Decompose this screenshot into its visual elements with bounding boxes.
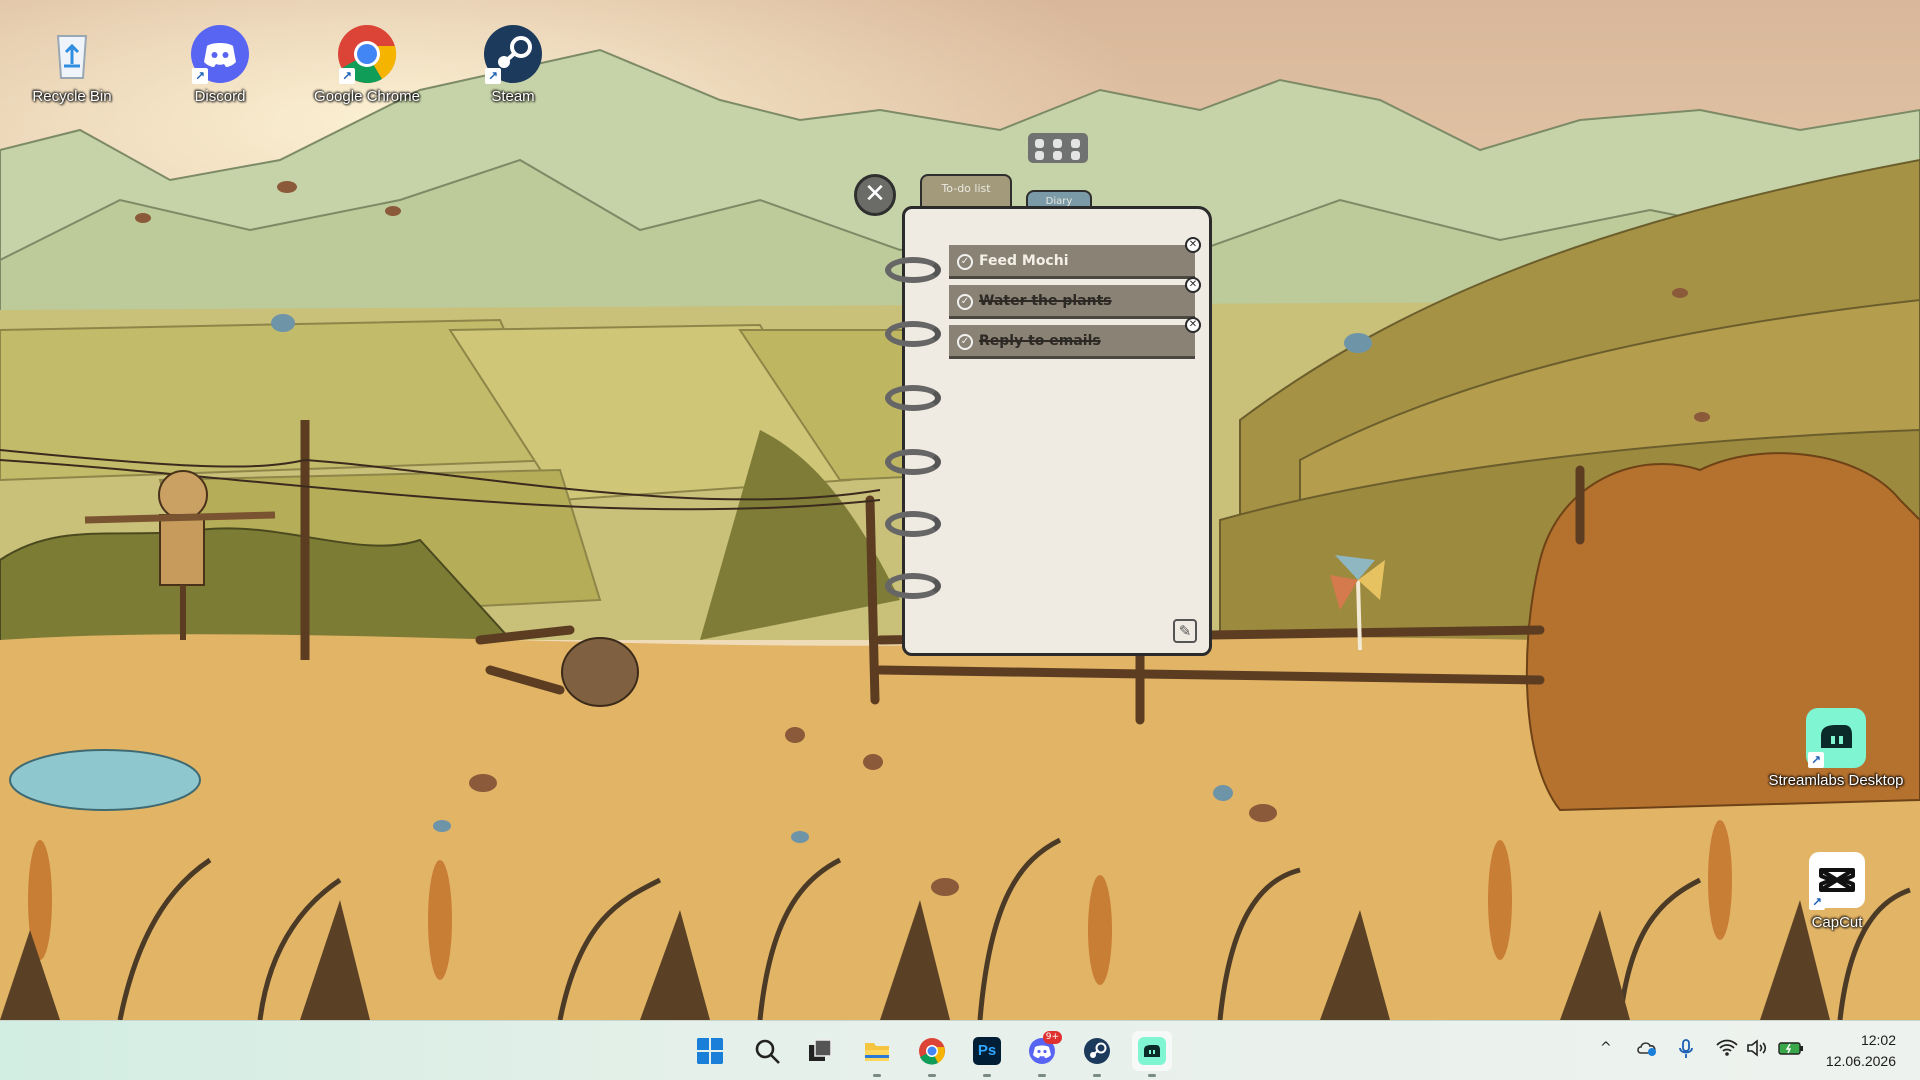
desktop-icon-label: CapCut <box>1811 914 1863 931</box>
running-indicator <box>873 1074 881 1077</box>
search-icon <box>755 1039 780 1064</box>
taskbar-streamlabs[interactable] <box>1132 1031 1172 1077</box>
desktop-icon-steam[interactable]: ↗ Steam <box>453 24 573 105</box>
clock-date: 12.06.2026 <box>1825 1053 1896 1069</box>
checkmark-icon[interactable]: ✓ <box>957 294 973 310</box>
widget-close-button[interactable]: ✕ <box>854 174 896 216</box>
new-todo-button[interactable]: ✎ <box>1173 619 1197 643</box>
photoshop-icon: Ps <box>973 1037 1001 1065</box>
desktop-icon-google-chrome[interactable]: ↗ Google Chrome <box>307 24 427 105</box>
running-indicator <box>1038 1074 1046 1077</box>
desktop-icon-label: Google Chrome <box>314 88 420 105</box>
desktop-icon-label: Recycle Bin <box>32 88 112 105</box>
grip-dot <box>1053 139 1062 148</box>
edit-icon: ✎ <box>1178 622 1192 640</box>
steam-icon: ↗ <box>483 24 543 84</box>
chrome-icon <box>919 1038 945 1065</box>
battery-icon[interactable] <box>1778 1039 1804 1061</box>
desktop-icon-streamlabs[interactable]: ↗ Streamlabs Desktop <box>1756 708 1916 789</box>
widget-drag-handle[interactable] <box>1028 133 1088 163</box>
running-indicator <box>928 1074 936 1077</box>
tab-label: To-do list <box>941 182 991 195</box>
desktop-icon-discord[interactable]: ↗ Discord <box>160 24 280 105</box>
chevron-up-icon: ^ <box>1600 1040 1612 1056</box>
desktop-icon-capcut[interactable]: ↗ CapCut <box>1777 850 1897 931</box>
clock-time: 12:02 <box>1860 1032 1896 1048</box>
system-clock[interactable]: 12:02 12.06.2026 <box>1826 1030 1896 1072</box>
desktop-icon-label: Streamlabs Desktop <box>1768 772 1904 789</box>
grip-dot <box>1053 151 1062 160</box>
chrome-icon: ↗ <box>337 24 397 84</box>
binder-ring <box>885 257 941 283</box>
shortcut-arrow-icon: ↗ <box>1809 894 1825 910</box>
notification-badge: 9+ <box>1042 1031 1062 1044</box>
todo-item[interactable]: ✓ Water the plants ✕ <box>949 277 1201 319</box>
onedrive-icon[interactable] <box>1636 1039 1658 1061</box>
windows-start-icon <box>697 1038 723 1064</box>
tray-overflow-chevron[interactable]: ^ <box>1600 1040 1612 1056</box>
streamlabs-icon <box>1138 1037 1166 1065</box>
running-indicator <box>1093 1074 1101 1077</box>
volume-icon[interactable] <box>1746 1039 1768 1061</box>
todo-text: Water the plants <box>979 293 1112 309</box>
todo-text: Reply to emails <box>979 333 1101 349</box>
checkmark-icon[interactable]: ✓ <box>957 334 973 350</box>
desktop-icon-label: Discord <box>194 88 246 105</box>
taskbar-task-view-button[interactable] <box>800 1031 840 1071</box>
grip-dot <box>1071 151 1080 160</box>
grip-dot <box>1035 151 1044 160</box>
grip-dot <box>1071 139 1080 148</box>
running-indicator <box>983 1074 991 1077</box>
binder-ring <box>885 449 941 475</box>
shortcut-arrow-icon: ↗ <box>339 68 355 84</box>
wifi-icon[interactable] <box>1716 1039 1738 1061</box>
taskbar-discord[interactable]: 9+ <box>1022 1031 1062 1077</box>
microphone-icon[interactable] <box>1679 1039 1693 1063</box>
taskbar: Ps 9+ ^ 12:02 12.06.2026 <box>0 1020 1920 1080</box>
shortcut-arrow-icon: ↗ <box>1808 752 1824 768</box>
delete-todo-icon[interactable]: ✕ <box>1185 317 1201 333</box>
binder-ring <box>885 573 941 599</box>
todo-notebook: ✓ Feed Mochi ✕ ✓ Water the plants ✕ ✓ Re… <box>885 206 1212 656</box>
checkmark-icon[interactable]: ✓ <box>957 254 973 270</box>
delete-todo-icon[interactable]: ✕ <box>1185 237 1201 253</box>
taskbar-chrome[interactable] <box>912 1031 952 1077</box>
grip-dot <box>1035 139 1044 148</box>
taskbar-start-button[interactable] <box>690 1031 730 1071</box>
taskbar-search-button[interactable] <box>747 1031 787 1071</box>
streamlabs-icon: ↗ <box>1806 708 1866 768</box>
discord-icon: ↗ <box>190 24 250 84</box>
desktop-icon-recycle-bin[interactable]: Recycle Bin <box>12 24 132 105</box>
taskbar-file-explorer[interactable] <box>857 1031 897 1077</box>
shortcut-arrow-icon: ↗ <box>192 68 208 84</box>
running-indicator <box>1148 1074 1156 1077</box>
todo-item[interactable]: ✓ Feed Mochi ✕ <box>949 237 1201 279</box>
taskbar-steam[interactable] <box>1077 1031 1117 1077</box>
task-view-icon <box>809 1039 832 1061</box>
binder-ring <box>885 385 941 411</box>
desktop-icon-label: Steam <box>491 88 535 105</box>
todo-text: Feed Mochi <box>979 253 1069 269</box>
todo-item[interactable]: ✓ Reply to emails ✕ <box>949 317 1201 359</box>
folder-icon <box>865 1043 889 1061</box>
delete-todo-icon[interactable]: ✕ <box>1185 277 1201 293</box>
recycle-bin-icon <box>42 24 102 84</box>
binder-ring <box>885 321 941 347</box>
shortcut-arrow-icon: ↗ <box>485 68 501 84</box>
taskbar-photoshop[interactable]: Ps <box>967 1031 1007 1077</box>
steam-icon <box>1084 1038 1110 1064</box>
tab-todo-list[interactable]: To-do list <box>920 174 1012 210</box>
close-icon: ✕ <box>864 179 886 209</box>
binder-ring <box>885 511 941 537</box>
capcut-icon: ↗ <box>1807 850 1867 910</box>
